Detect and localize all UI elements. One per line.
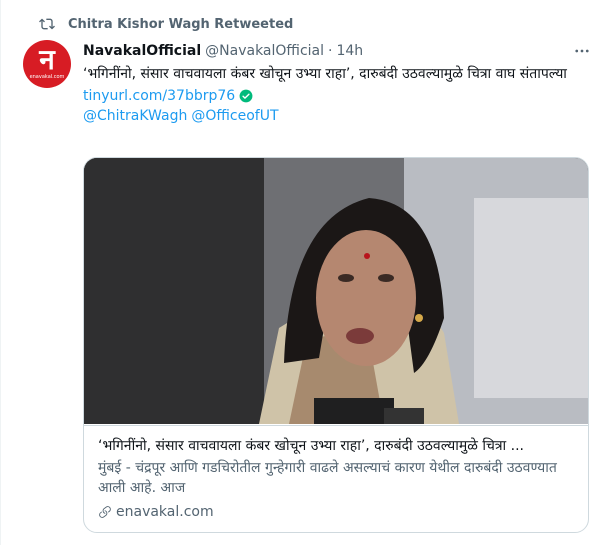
card-image[interactable] (84, 158, 588, 424)
tweet-content: NavakalOfficial @NavakalOfficial · 14h ‘… (83, 40, 593, 533)
retweet-indicator: Chitra Kishor Wagh Retweeted (39, 14, 293, 34)
separator-dot: · (328, 43, 333, 59)
link-card[interactable]: ‘भगिनींनो, संसार वाचवायला कंबर खोचून उभ्… (83, 157, 589, 533)
avatar[interactable]: न enavakal.com (23, 40, 71, 88)
tweet[interactable]: Chitra Kishor Wagh Retweeted न enavakal.… (0, 0, 608, 545)
verified-check-icon (239, 89, 253, 103)
tweet-link[interactable]: tinyurl.com/37bbrp76 (83, 86, 235, 106)
card-domain-row: enavakal.com (98, 502, 576, 522)
mention-officeofut[interactable]: @OfficeofUT (191, 108, 278, 124)
author-handle[interactable]: @NavakalOfficial (205, 43, 324, 59)
card-photo (84, 158, 588, 424)
card-body[interactable]: ‘भगिनींनो, संसार वाचवायला कंबर खोचून उभ्… (84, 425, 588, 532)
tweet-time[interactable]: 14h (336, 43, 363, 59)
mention-chitrakwagh[interactable]: @ChitraKWagh (83, 108, 187, 124)
card-title: ‘भगिनींनो, संसार वाचवायला कंबर खोचून उभ्… (98, 438, 524, 454)
retweet-icon (39, 18, 55, 30)
link-icon (99, 506, 111, 518)
card-description: मुंबई - चंद्रपूर आणि गडचिरोतील गुन्हेगार… (98, 460, 557, 496)
tweet-link-row: tinyurl.com/37bbrp76 (83, 86, 593, 106)
tweet-text: ‘भगिनींनो, संसार वाचवायला कंबर खोचून उभ्… (83, 66, 567, 82)
mentions: @ChitraKWagh @OfficeofUT (83, 106, 593, 126)
avatar-logo-glyph: न (39, 43, 55, 76)
retweet-label[interactable]: Chitra Kishor Wagh Retweeted (68, 17, 293, 32)
card-domain[interactable]: enavakal.com (116, 502, 214, 522)
tweet-header: NavakalOfficial @NavakalOfficial · 14h (83, 40, 593, 62)
author-name[interactable]: NavakalOfficial (83, 43, 201, 59)
avatar-logo-caption: enavakal.com (29, 74, 65, 80)
more-icon[interactable] (573, 42, 591, 60)
